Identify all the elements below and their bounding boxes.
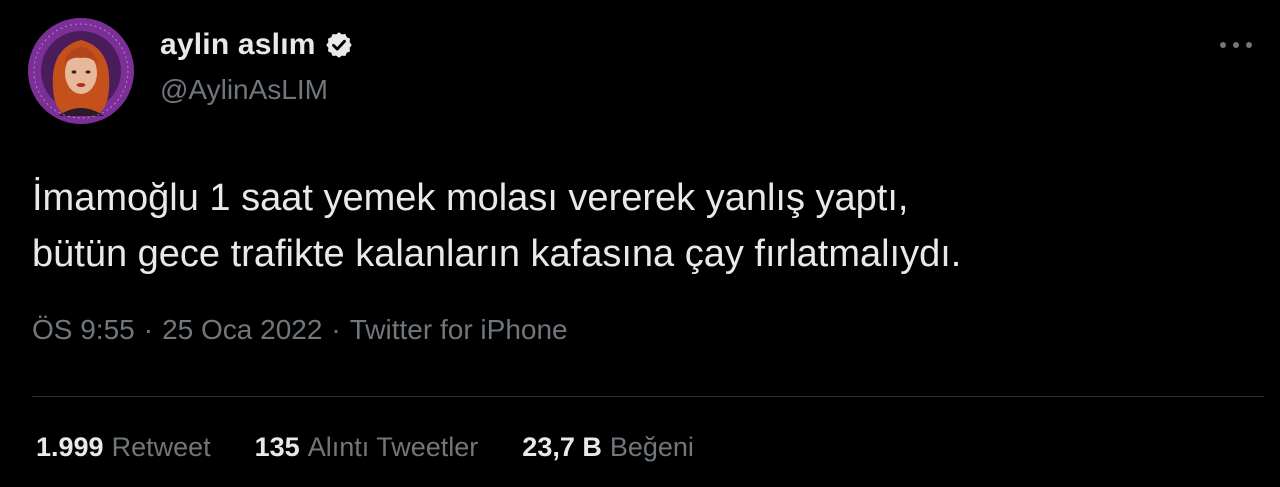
avatar[interactable] bbox=[28, 18, 134, 124]
meta-separator: · bbox=[143, 314, 154, 345]
retweets-count: 1.999 bbox=[36, 432, 104, 462]
tweet-source-link[interactable]: Twitter for iPhone bbox=[350, 314, 568, 346]
tweet-text-line: bütün gece trafikte kalanların kafasına … bbox=[32, 233, 962, 275]
quotes-count: 135 bbox=[254, 432, 300, 462]
author-name-row[interactable]: aylin aslım bbox=[160, 28, 354, 62]
tweet-text-line: İmamoğlu 1 saat yemek molası vererek yan… bbox=[32, 177, 909, 219]
tweet-meta: ÖS 9:55 · 25 Oca 2022 · Twitter for iPhone bbox=[32, 314, 568, 346]
tweet-date[interactable]: 25 Oca 2022 bbox=[162, 314, 322, 346]
meta-separator: · bbox=[331, 314, 341, 345]
likes-count: 23,7 B bbox=[522, 432, 602, 462]
retweets-label: Retweet bbox=[111, 432, 211, 462]
quotes-stat[interactable]: 135 Alıntı Tweetler bbox=[255, 432, 479, 463]
tweet-text: İmamoğlu 1 saat yemek molası vererek yan… bbox=[32, 170, 1252, 282]
retweets-stat[interactable]: 1.999 Retweet bbox=[36, 432, 211, 463]
likes-label: Beğeni bbox=[609, 432, 694, 462]
tweet-stats: 1.999 Retweet 135 Alıntı Tweetler 23,7 B… bbox=[36, 432, 694, 463]
more-options-button[interactable] bbox=[1214, 30, 1258, 60]
verified-badge-icon bbox=[324, 30, 354, 60]
author-display-name[interactable]: aylin aslım bbox=[160, 28, 316, 62]
more-horizontal-icon bbox=[1220, 42, 1252, 48]
divider bbox=[32, 396, 1264, 397]
avatar-image bbox=[28, 18, 134, 124]
tweet-card: aylin aslım @AylinAsLIM İmamoğlu 1 saat … bbox=[0, 0, 1280, 487]
tweet-time[interactable]: ÖS 9:55 bbox=[32, 314, 135, 346]
likes-stat[interactable]: 23,7 B Beğeni bbox=[522, 432, 694, 463]
author-handle[interactable]: @AylinAsLIM bbox=[160, 74, 328, 106]
quotes-label: Alıntı Tweetler bbox=[307, 432, 479, 462]
